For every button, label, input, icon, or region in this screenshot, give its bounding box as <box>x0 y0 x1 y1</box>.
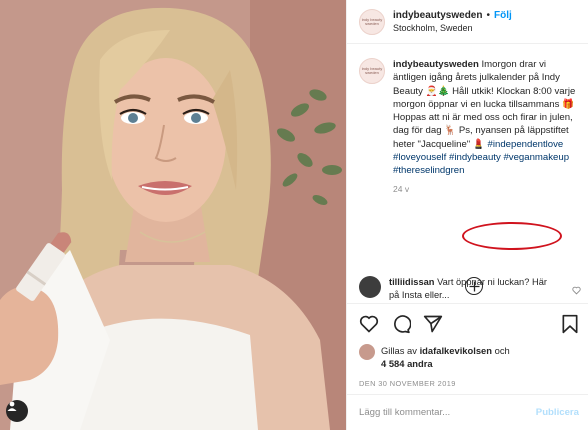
action-bar <box>359 312 579 336</box>
santa-emoji: 🎅 <box>425 85 438 97</box>
comment-input[interactable]: Lägg till kommentar... <box>359 407 536 418</box>
comment-icon <box>394 315 411 334</box>
post-photo[interactable] <box>0 0 346 430</box>
post-side-panel: indy beauty sweden indybeautysweden • Fö… <box>346 0 588 430</box>
post-header: indy beauty sweden indybeautysweden • Fö… <box>347 0 588 44</box>
share-button[interactable] <box>423 314 443 334</box>
caption-avatar[interactable]: indy beauty sweden <box>359 58 385 84</box>
follow-button[interactable]: Följ <box>494 10 512 21</box>
likes-joiner: och <box>494 345 510 356</box>
caption-time[interactable]: 24 v <box>393 184 576 194</box>
brand-avatar[interactable]: indy beauty sweden <box>359 8 385 35</box>
add-comment-bar: Lägg till kommentar... Publicera <box>347 394 588 430</box>
comment-button[interactable] <box>391 314 411 334</box>
liker-username[interactable]: idafalkevikolsen <box>420 345 492 356</box>
brand-avatar-logo: indy beauty sweden <box>361 16 383 26</box>
gift-emoji: 🎁 <box>562 98 574 110</box>
like-button[interactable] <box>359 314 379 334</box>
caption-text: indybeautysweden Imorgon drar vi äntlige… <box>393 58 576 178</box>
tagged-user-icon[interactable] <box>6 400 28 422</box>
comments-area: indy beauty sweden indybeautysweden Imor… <box>347 44 588 295</box>
caption-username[interactable]: indybeautysweden <box>393 59 479 70</box>
hashtag-indybeauty[interactable]: #indybeauty <box>449 152 501 163</box>
comment-like-icon[interactable] <box>572 286 581 295</box>
photo-illustration <box>0 0 346 430</box>
heart-icon <box>359 315 379 333</box>
liker-avatar[interactable] <box>359 344 375 360</box>
header-username[interactable]: indybeautysweden <box>393 10 482 21</box>
bookmark-icon <box>562 314 578 334</box>
hashtag-loveyouself[interactable]: #loveyouself <box>393 152 446 163</box>
caption-avatar-logo: indy beauty sweden <box>361 66 383 75</box>
likes-count[interactable]: 4 584 andra <box>381 358 433 369</box>
share-icon <box>423 315 443 333</box>
tree-emoji: 🎄 <box>437 85 450 97</box>
commenter-avatar[interactable] <box>359 276 381 298</box>
post-date[interactable]: DEN 30 NOVEMBER 2019 <box>359 379 579 388</box>
action-section: Gillas av idafalkevikolsen och 4 584 and… <box>347 303 588 388</box>
hashtag-independentlove[interactable]: #independentlove <box>488 139 564 150</box>
location-link[interactable]: Stockholm, Sweden <box>393 23 512 33</box>
hashtag-veganmakeup[interactable]: #veganmakeup <box>503 152 569 163</box>
deer-emoji: 🦌 <box>444 125 457 137</box>
likes-prefix: Gillas av <box>381 345 417 356</box>
save-button[interactable] <box>561 314 579 334</box>
comment-item: tilliidissan Vart öppnar ni luckan? Här … <box>359 276 583 302</box>
separator-dot: • <box>486 10 490 21</box>
hashtag-thereselindgren[interactable]: #thereselindgren <box>393 165 464 176</box>
lipstick-emoji: 💄 <box>472 138 485 150</box>
highlight-circle <box>462 222 562 250</box>
publish-button[interactable]: Publicera <box>536 407 579 418</box>
commenter-username[interactable]: tilliidissan <box>389 277 434 287</box>
user-icon <box>7 401 17 411</box>
likes-summary: Gillas av idafalkevikolsen och 4 584 and… <box>359 344 579 370</box>
